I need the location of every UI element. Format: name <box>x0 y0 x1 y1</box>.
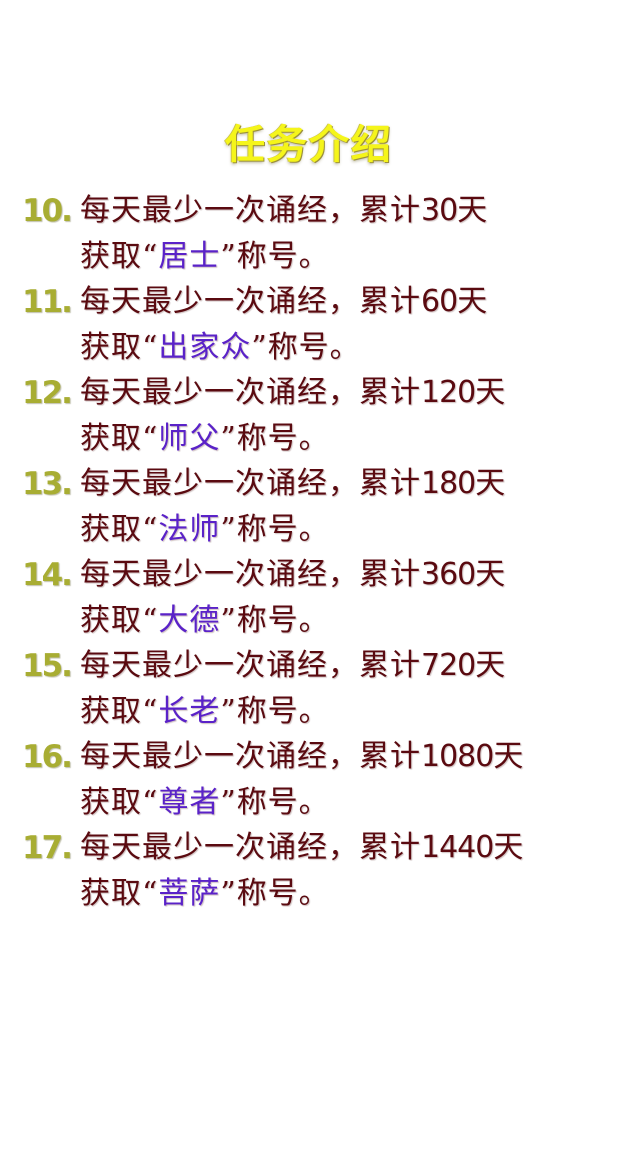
obtain-text: 获取 <box>80 876 142 911</box>
title-suffix: 称号。 <box>236 512 330 547</box>
task-number: 14. <box>22 557 73 593</box>
day-count: 120 <box>421 375 476 410</box>
task-number: 15. <box>22 648 73 684</box>
task-requirement: 每天最少一次诵经，累计720天 <box>80 643 506 689</box>
task-requirement: 每天最少一次诵经，累计30天 <box>80 188 488 234</box>
title-suffix: 称号。 <box>236 239 330 274</box>
day-unit: 天 <box>493 739 525 774</box>
requirement-text: 每天最少一次诵经，累计 <box>80 557 421 592</box>
close-quote: ” <box>220 785 237 820</box>
requirement-text: 每天最少一次诵经，累计 <box>80 375 421 410</box>
task-number: 16. <box>22 739 73 775</box>
list-item: 15. 每天最少一次诵经，累计720天 获取“长老”称号。 <box>0 643 618 734</box>
task-reward: 获取“出家众”称号。 <box>80 325 361 371</box>
open-quote: “ <box>142 603 159 638</box>
page-title: 任务介绍 <box>225 121 393 168</box>
day-count: 60 <box>421 284 458 319</box>
requirement-text: 每天最少一次诵经，累计 <box>80 648 421 683</box>
obtain-text: 获取 <box>80 694 142 729</box>
open-quote: “ <box>142 694 159 729</box>
requirement-text: 每天最少一次诵经，累计 <box>80 466 421 501</box>
task-requirement: 每天最少一次诵经，累计1440天 <box>80 825 524 871</box>
obtain-text: 获取 <box>80 785 142 820</box>
task-requirement: 每天最少一次诵经，累计120天 <box>80 370 506 416</box>
title-suffix: 称号。 <box>267 330 361 365</box>
obtain-text: 获取 <box>80 421 142 456</box>
task-requirement: 每天最少一次诵经，累计60天 <box>80 279 488 325</box>
task-reward: 获取“居士”称号。 <box>80 234 330 280</box>
day-count: 1440 <box>421 830 494 865</box>
requirement-text: 每天最少一次诵经，累计 <box>80 830 421 865</box>
rank-title: 尊者 <box>158 785 221 820</box>
open-quote: “ <box>142 239 159 274</box>
task-requirement: 每天最少一次诵经，累计180天 <box>80 461 506 507</box>
task-list: 10. 每天最少一次诵经，累计30天 获取“居士”称号。 11. 每天最少一次诵… <box>0 188 618 916</box>
close-quote: ” <box>220 421 237 456</box>
open-quote: “ <box>142 330 159 365</box>
task-reward: 获取“菩萨”称号。 <box>80 871 330 917</box>
task-requirement: 每天最少一次诵经，累计360天 <box>80 552 506 598</box>
day-count: 30 <box>421 193 458 228</box>
rank-title: 居士 <box>158 239 221 274</box>
list-item: 13. 每天最少一次诵经，累计180天 获取“法师”称号。 <box>0 461 618 552</box>
close-quote: ” <box>251 330 268 365</box>
day-unit: 天 <box>475 466 507 501</box>
task-reward: 获取“大德”称号。 <box>80 598 330 644</box>
requirement-text: 每天最少一次诵经，累计 <box>80 284 421 319</box>
rank-title: 菩萨 <box>158 876 221 911</box>
rank-title: 师父 <box>158 421 221 456</box>
day-count: 720 <box>421 648 476 683</box>
obtain-text: 获取 <box>80 603 142 638</box>
day-count: 180 <box>421 466 476 501</box>
day-unit: 天 <box>475 648 507 683</box>
day-unit: 天 <box>457 193 489 228</box>
task-number: 12. <box>22 375 73 411</box>
day-count: 1080 <box>421 739 494 774</box>
task-reward: 获取“尊者”称号。 <box>80 780 330 826</box>
requirement-text: 每天最少一次诵经，累计 <box>80 193 421 228</box>
task-number: 13. <box>22 466 73 502</box>
task-reward: 获取“法师”称号。 <box>80 507 330 553</box>
list-item: 14. 每天最少一次诵经，累计360天 获取“大德”称号。 <box>0 552 618 643</box>
list-item: 10. 每天最少一次诵经，累计30天 获取“居士”称号。 <box>0 188 618 279</box>
list-item: 12. 每天最少一次诵经，累计120天 获取“师父”称号。 <box>0 370 618 461</box>
obtain-text: 获取 <box>80 330 142 365</box>
day-unit: 天 <box>475 375 507 410</box>
obtain-text: 获取 <box>80 512 142 547</box>
page: 任务介绍 10. 每天最少一次诵经，累计30天 获取“居士”称号。 11. 每天… <box>0 0 618 1174</box>
task-number: 10. <box>22 193 73 229</box>
close-quote: ” <box>220 694 237 729</box>
close-quote: ” <box>220 876 237 911</box>
rank-title: 法师 <box>158 512 221 547</box>
day-unit: 天 <box>493 830 525 865</box>
list-item: 11. 每天最少一次诵经，累计60天 获取“出家众”称号。 <box>0 279 618 370</box>
close-quote: ” <box>220 512 237 547</box>
close-quote: ” <box>220 239 237 274</box>
open-quote: “ <box>142 785 159 820</box>
close-quote: ” <box>220 603 237 638</box>
rank-title: 长老 <box>158 694 221 729</box>
rank-title: 大德 <box>158 603 221 638</box>
title-suffix: 称号。 <box>236 876 330 911</box>
task-requirement: 每天最少一次诵经，累计1080天 <box>80 734 524 780</box>
day-unit: 天 <box>475 557 507 592</box>
task-number: 11. <box>22 284 73 320</box>
task-number: 17. <box>22 830 73 866</box>
requirement-text: 每天最少一次诵经，累计 <box>80 739 421 774</box>
list-item: 17. 每天最少一次诵经，累计1440天 获取“菩萨”称号。 <box>0 825 618 916</box>
task-reward: 获取“长老”称号。 <box>80 689 330 735</box>
day-count: 360 <box>421 557 476 592</box>
open-quote: “ <box>142 876 159 911</box>
rank-title: 出家众 <box>158 330 252 365</box>
list-item: 16. 每天最少一次诵经，累计1080天 获取“尊者”称号。 <box>0 734 618 825</box>
task-reward: 获取“师父”称号。 <box>80 416 330 462</box>
title-suffix: 称号。 <box>236 785 330 820</box>
open-quote: “ <box>142 421 159 456</box>
day-unit: 天 <box>457 284 489 319</box>
title-suffix: 称号。 <box>236 421 330 456</box>
title-suffix: 称号。 <box>236 694 330 729</box>
title-suffix: 称号。 <box>236 603 330 638</box>
open-quote: “ <box>142 512 159 547</box>
obtain-text: 获取 <box>80 239 142 274</box>
